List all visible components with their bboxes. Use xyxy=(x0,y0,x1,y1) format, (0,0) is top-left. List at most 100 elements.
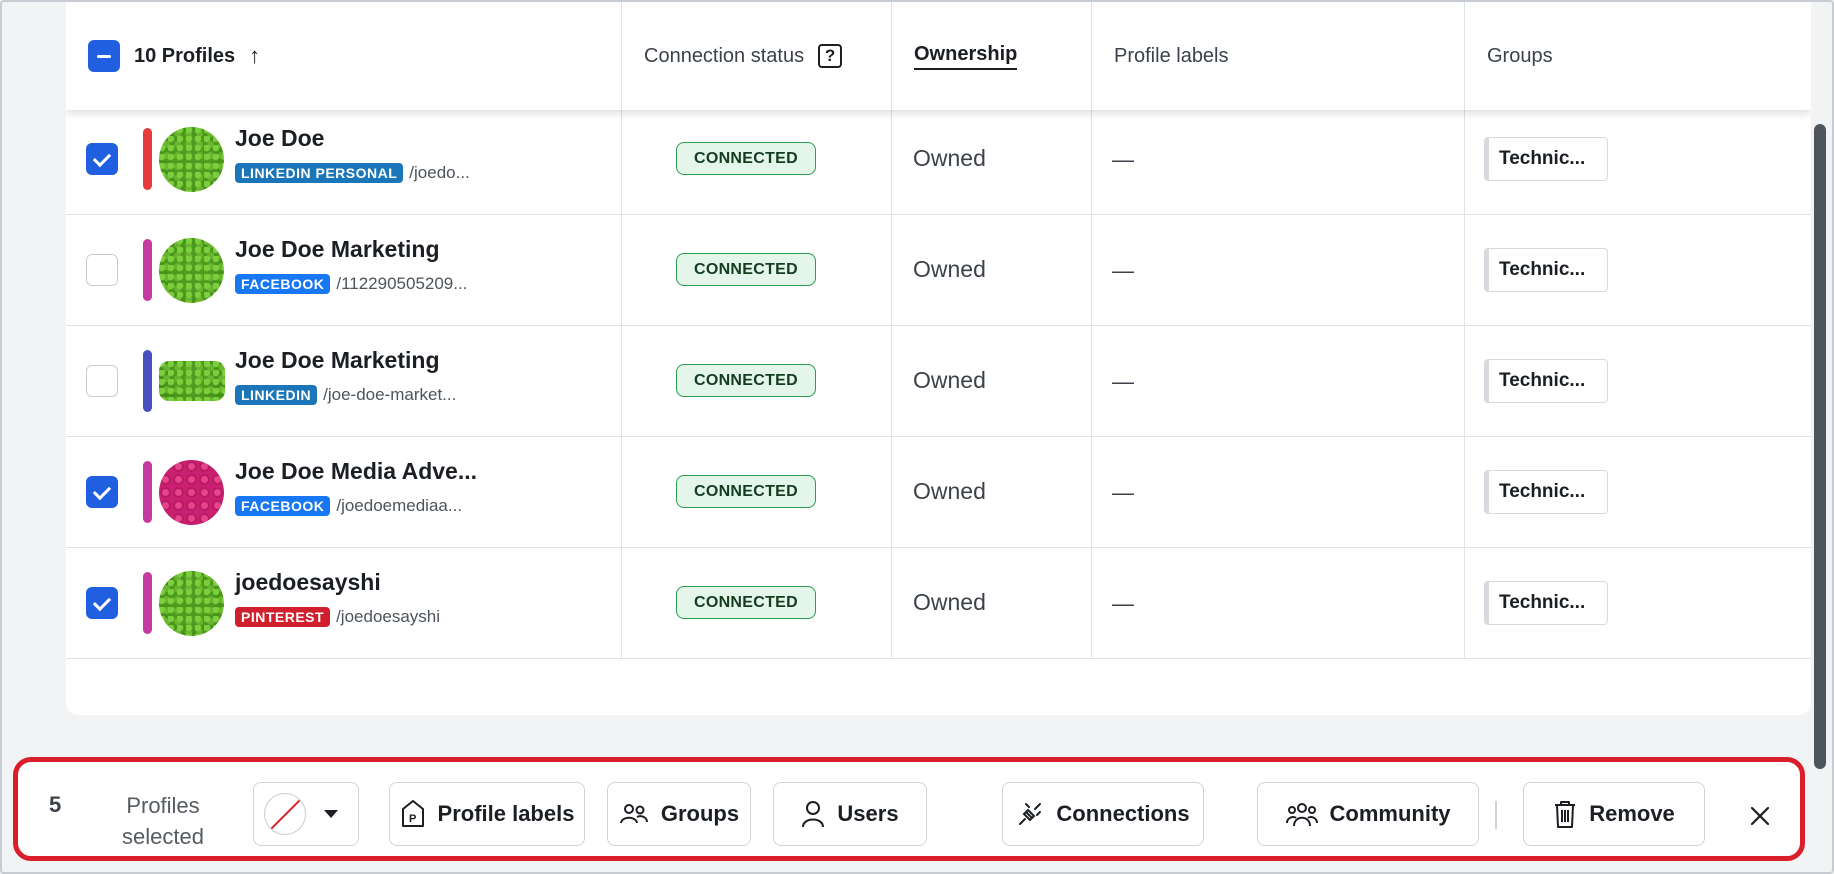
profile-name[interactable]: Joe Doe Marketing xyxy=(235,347,440,374)
vertical-scrollbar[interactable] xyxy=(1814,124,1826,769)
profile-labels-button-label: Profile labels xyxy=(437,801,575,826)
profile-meta: PINTEREST /joedoesayshi xyxy=(235,607,440,627)
ownership-value: Owned xyxy=(913,256,986,282)
users-button-label: Users xyxy=(837,801,899,826)
profile-color-bar xyxy=(143,128,152,190)
group-chip[interactable]: Technic... xyxy=(1484,137,1608,181)
bulk-action-bar: 5 Profiles selected P Profile labels Gro… xyxy=(13,757,1805,861)
remove-button[interactable]: Remove xyxy=(1523,782,1705,846)
labels-cell xyxy=(1092,104,1465,214)
table-row[interactable]: joedoesayshi PINTEREST /joedoesayshi CON… xyxy=(66,548,1811,659)
avatar xyxy=(159,127,224,192)
groups-label: Groups xyxy=(1487,44,1553,67)
ownership-value: Owned xyxy=(913,589,986,615)
status-badge: CONNECTED xyxy=(676,586,816,619)
profile-name[interactable]: Joe Doe Marketing xyxy=(235,236,440,263)
header-connection-status[interactable]: Connection status ? xyxy=(622,2,892,110)
no-color-icon xyxy=(264,793,306,835)
profile-meta: LINKEDIN /joe-doe-market... xyxy=(235,385,456,405)
group-icon xyxy=(619,804,648,824)
profile-cell: Joe Doe Marketing LINKEDIN /joe-doe-mark… xyxy=(66,326,622,436)
plug-icon xyxy=(1019,803,1042,825)
table-row[interactable]: Joe Doe Media Adve... FACEBOOK /joedoeme… xyxy=(66,437,1811,548)
toolbar-divider xyxy=(1495,801,1497,829)
empty-label: — xyxy=(1112,147,1134,172)
ownership-value: Owned xyxy=(913,145,986,171)
profile-color-bar xyxy=(143,350,152,412)
empty-label: — xyxy=(1112,369,1134,394)
community-button-label: Community xyxy=(1329,801,1451,826)
profile-handle: /joe-doe-market... xyxy=(323,385,457,404)
status-badge: CONNECTED xyxy=(676,253,816,286)
profile-name[interactable]: Joe Doe Media Adve... xyxy=(235,458,477,485)
profile-handle: /joedoemediaa... xyxy=(336,496,463,515)
help-icon[interactable]: ? xyxy=(818,44,843,68)
table-header: 10 Profiles ↑ Connection status ? Owners… xyxy=(66,2,1811,110)
user-icon xyxy=(802,801,825,828)
group-chip[interactable]: Technic... xyxy=(1484,359,1608,403)
profile-cell: Joe Doe LINKEDIN PERSONAL /joedo... xyxy=(66,104,622,214)
svg-text:P: P xyxy=(409,813,416,825)
select-all-checkbox[interactable] xyxy=(88,40,120,72)
table-row[interactable]: Joe Doe Marketing FACEBOOK /112290505209… xyxy=(66,215,1811,326)
close-icon[interactable] xyxy=(1746,802,1774,830)
group-chip[interactable]: Technic... xyxy=(1484,248,1608,292)
profile-name[interactable]: Joe Doe xyxy=(235,125,324,152)
network-badge: LINKEDIN PERSONAL xyxy=(235,163,404,183)
network-badge: FACEBOOK xyxy=(235,274,331,294)
avatar xyxy=(159,460,224,525)
trash-icon xyxy=(1555,801,1576,828)
status-badge: CONNECTED xyxy=(676,142,816,175)
chevron-down-icon xyxy=(324,810,338,818)
selected-label: Profiles selected xyxy=(122,793,204,849)
empty-label: — xyxy=(1112,480,1134,505)
empty-label: — xyxy=(1112,258,1134,283)
labels-cell xyxy=(1092,548,1465,658)
connections-button[interactable]: Connections xyxy=(1002,782,1204,846)
row-checkbox[interactable] xyxy=(86,476,118,508)
labels-cell xyxy=(1092,215,1465,325)
header-groups[interactable]: Groups xyxy=(1465,2,1811,110)
profile-cell: joedoesayshi PINTEREST /joedoesayshi xyxy=(66,548,622,658)
ownership-value: Owned xyxy=(913,478,986,504)
groups-button-label: Groups xyxy=(660,801,740,826)
status-badge: CONNECTED xyxy=(676,364,816,397)
profile-labels-label: Profile labels xyxy=(1114,44,1229,67)
users-button[interactable]: Users xyxy=(773,782,927,846)
row-checkbox[interactable] xyxy=(86,254,118,286)
group-chip[interactable]: Technic... xyxy=(1484,470,1608,514)
network-badge: FACEBOOK xyxy=(235,496,331,516)
selected-count: 5 xyxy=(49,792,62,817)
profile-cell: Joe Doe Marketing FACEBOOK /112290505209… xyxy=(66,215,622,325)
profile-name[interactable]: joedoesayshi xyxy=(235,569,381,596)
profile-meta: FACEBOOK /joedoemediaa... xyxy=(235,496,462,516)
avatar xyxy=(159,361,225,401)
header-ownership[interactable]: Ownership xyxy=(892,2,1092,110)
profile-color-bar xyxy=(143,572,152,634)
profile-color-bar xyxy=(143,239,152,301)
profiles-table: 10 Profiles ↑ Connection status ? Owners… xyxy=(66,2,1811,715)
header-profiles: 10 Profiles ↑ xyxy=(66,2,622,110)
remove-button-label: Remove xyxy=(1589,801,1675,826)
profile-handle: /112290505209... xyxy=(336,274,468,293)
profile-labels-button[interactable]: P Profile labels xyxy=(389,782,585,846)
row-checkbox[interactable] xyxy=(86,587,118,619)
empty-label: — xyxy=(1112,591,1134,616)
header-profile-labels[interactable]: Profile labels xyxy=(1092,2,1465,110)
tag-icon: P xyxy=(401,800,424,827)
row-checkbox[interactable] xyxy=(86,143,118,175)
group-chip[interactable]: Technic... xyxy=(1484,581,1608,625)
color-picker-button[interactable] xyxy=(253,782,359,846)
profile-handle: /joedoesayshi xyxy=(336,607,441,626)
community-button[interactable]: Community xyxy=(1257,782,1479,846)
sort-arrow-up-icon[interactable]: ↑ xyxy=(249,43,260,69)
labels-cell xyxy=(1092,437,1465,547)
status-badge: CONNECTED xyxy=(676,475,816,508)
groups-button[interactable]: Groups xyxy=(607,782,751,846)
ownership-label: Ownership xyxy=(914,43,1018,70)
profile-count[interactable]: 10 Profiles xyxy=(134,45,235,68)
row-checkbox[interactable] xyxy=(86,365,118,397)
table-row[interactable]: Joe Doe LINKEDIN PERSONAL /joedo... CONN… xyxy=(66,104,1811,215)
table-row[interactable]: Joe Doe Marketing LINKEDIN /joe-doe-mark… xyxy=(66,326,1811,437)
labels-cell xyxy=(1092,326,1465,436)
